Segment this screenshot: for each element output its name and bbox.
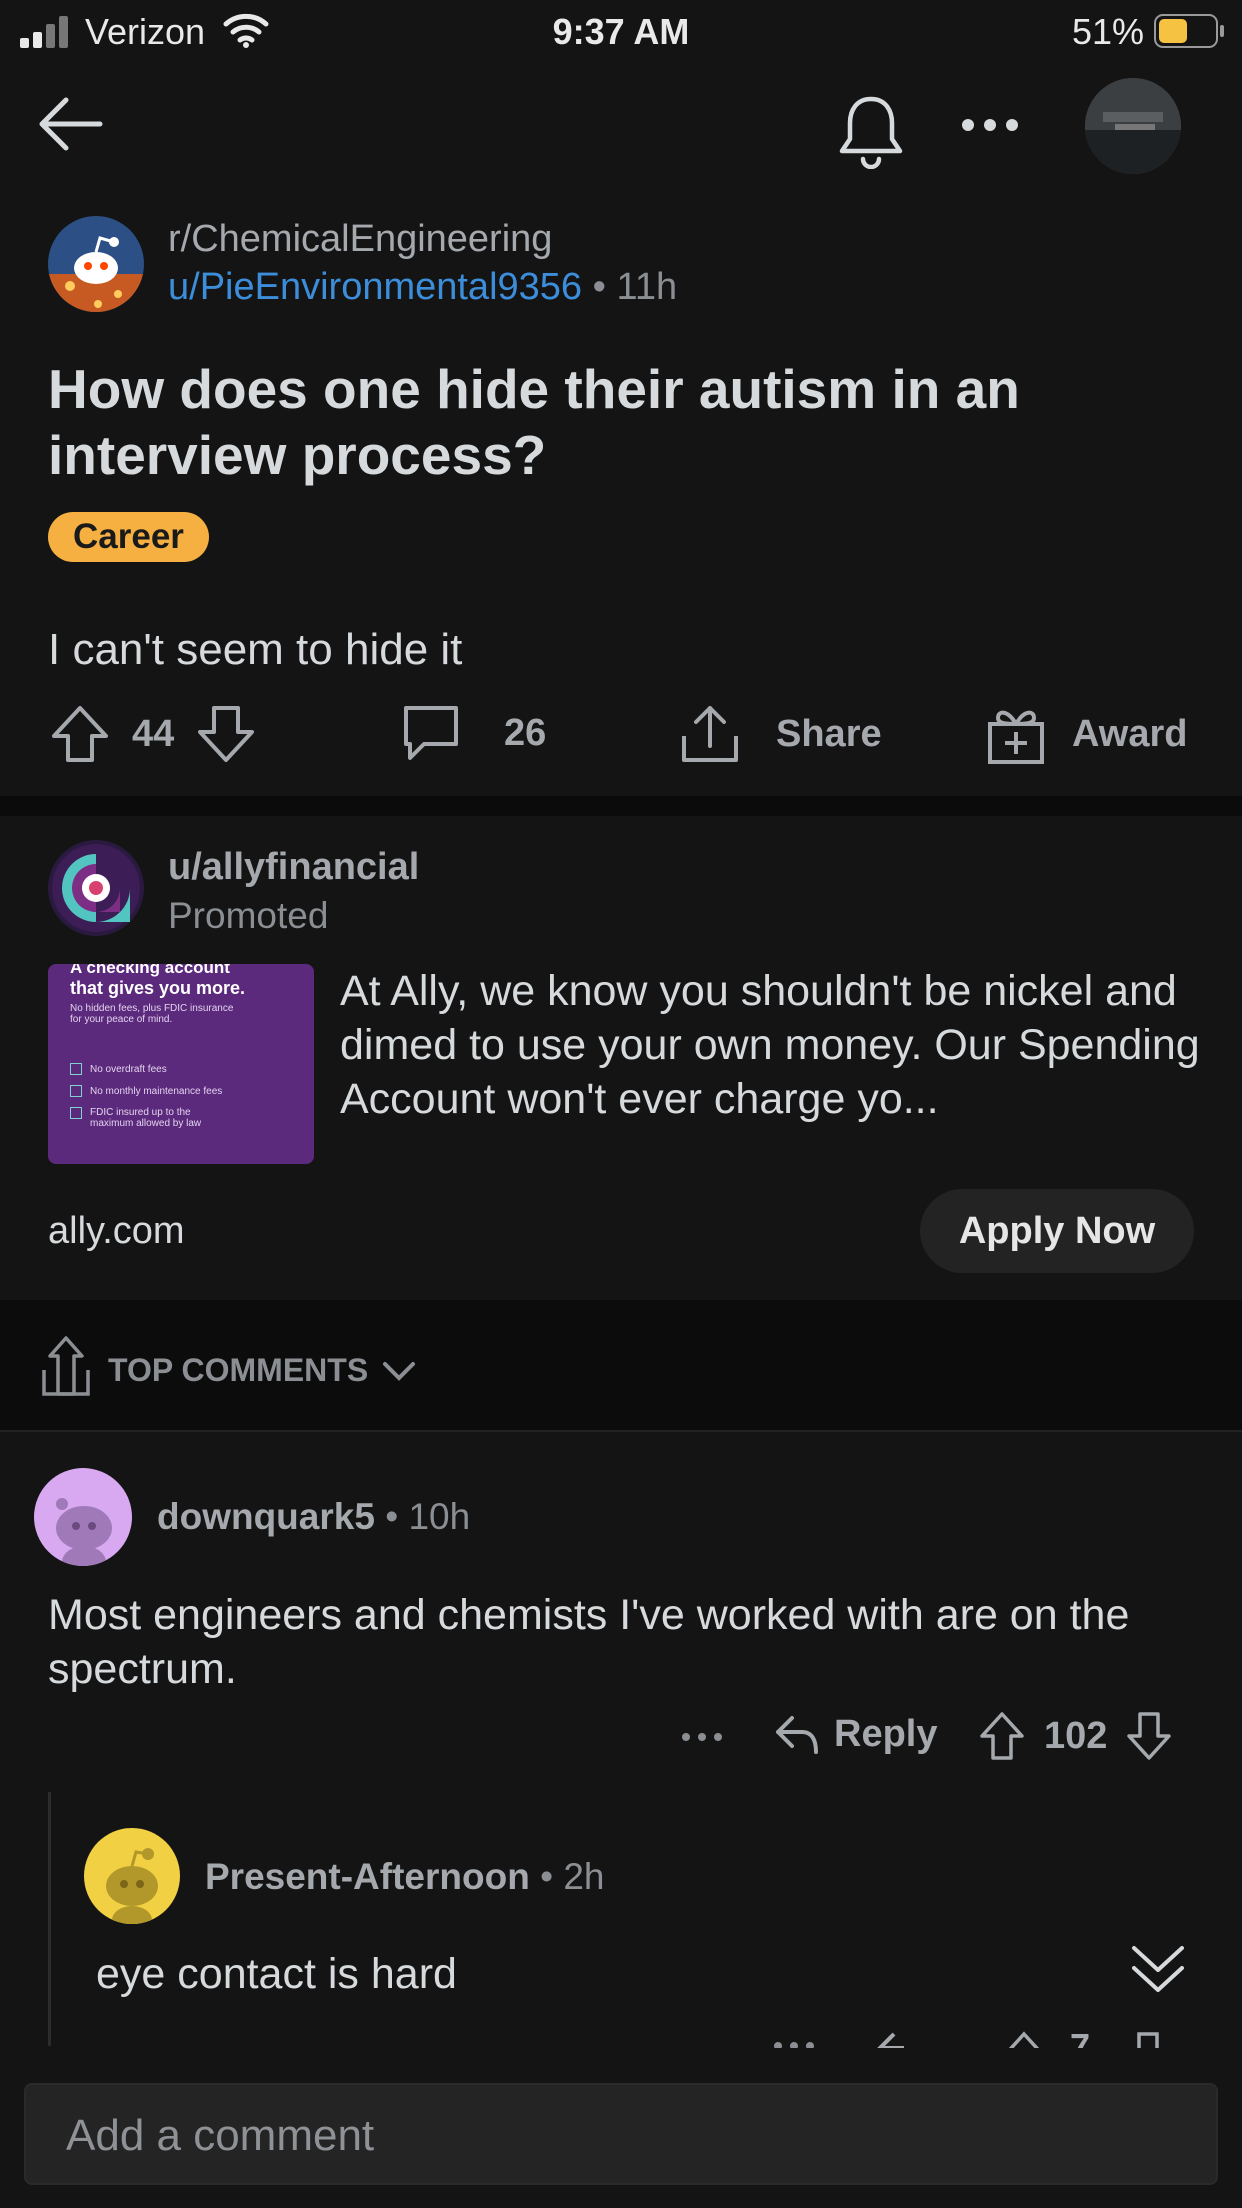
comment-body: eye contact is hard xyxy=(96,1950,457,1998)
ally-logo-icon xyxy=(52,844,140,932)
comments-button[interactable]: 26 xyxy=(400,702,546,764)
ad-thumb-bullet: No overdraft fees xyxy=(70,1063,292,1075)
upvote-icon[interactable] xyxy=(1000,2030,1048,2048)
more-options-button[interactable] xyxy=(952,100,1028,150)
ad-thumbnail[interactable]: A checking account that gives you more. … xyxy=(48,964,314,1164)
advertiser-name[interactable]: u/allyfinancial xyxy=(168,846,419,889)
battery-icon xyxy=(1154,14,1224,48)
snoo-avatar-icon xyxy=(106,1848,158,1924)
post-score: 44 xyxy=(132,712,175,755)
user-avatar-image xyxy=(1085,78,1181,174)
thread-line[interactable] xyxy=(48,1792,51,2046)
status-time: 9:37 AM xyxy=(552,11,690,52)
more-icon xyxy=(682,1733,722,1741)
more-icon[interactable] xyxy=(772,2038,816,2048)
comment-vote-group: 102 xyxy=(978,1710,1173,1762)
post-author-line: u/PieEnvironmental9356 • 11h xyxy=(168,266,677,309)
ad-thumb-bullet: No monthly maintenance fees xyxy=(70,1085,292,1097)
sort-dropdown[interactable]: TOP COMMENTS xyxy=(108,1352,416,1389)
ad-thumb-line: No monthly maintenance fees xyxy=(90,1085,223,1097)
comment-meta: downquark5 • 10h xyxy=(157,1496,470,1538)
avatar[interactable] xyxy=(1085,78,1181,174)
comment-age: 2h xyxy=(563,1856,605,1897)
reply-arrow-icon[interactable] xyxy=(874,2030,922,2048)
notification-button[interactable] xyxy=(828,88,914,174)
separator-dot: • xyxy=(592,266,617,308)
comment-actions-clipped: 7 xyxy=(0,2030,1242,2048)
post-body: I can't seem to hide it xyxy=(48,625,463,674)
comment-age: 10h xyxy=(408,1496,471,1537)
reply-arrow-icon xyxy=(776,1716,818,1754)
comment-bubble-icon xyxy=(404,706,458,760)
subreddit-icon[interactable] xyxy=(48,216,144,312)
vote-group: 44 xyxy=(48,702,258,766)
post-age: 11h xyxy=(616,266,678,308)
ad-thumb-line: maximum allowed by law xyxy=(90,1118,202,1129)
upvote-icon[interactable] xyxy=(48,702,112,766)
promoted-label: Promoted xyxy=(168,895,329,936)
snoo-avatar-icon xyxy=(56,1498,112,1566)
post-title: How does one hide their autism in an int… xyxy=(48,358,1020,486)
subreddit-name[interactable]: r/ChemicalEngineering xyxy=(168,218,552,261)
comment-more-button[interactable] xyxy=(680,1726,724,1748)
comment-score: 7 xyxy=(1070,2030,1090,2048)
comment-score: 102 xyxy=(1044,1714,1108,1757)
status-bar: Verizon 9:37 AM 51% xyxy=(0,0,1242,62)
ad-thumb-bullet: FDIC insured up to the maximum allowed by… xyxy=(70,1107,292,1129)
award-label: Award xyxy=(1072,712,1188,755)
share-label: Share xyxy=(776,712,882,755)
share-button[interactable]: Share xyxy=(678,702,882,766)
add-comment-input[interactable]: Add a comment xyxy=(24,2083,1218,2185)
downvote-icon[interactable] xyxy=(1124,2030,1172,2048)
award-button[interactable]: Award xyxy=(986,702,1187,766)
sort-rocket-icon xyxy=(42,1336,90,1396)
share-icon xyxy=(682,706,738,762)
reply-label: Reply xyxy=(834,1712,938,1755)
ad-thumb-line: for your peace of mind. xyxy=(70,1014,173,1025)
downvote-icon[interactable] xyxy=(1125,1710,1173,1762)
subreddit-label[interactable]: r/ChemicalEngineering xyxy=(168,218,552,260)
comment-meta: Present-Afternoon • 2h xyxy=(205,1856,604,1898)
comment-sort-bar: TOP COMMENTS xyxy=(0,1300,1242,1432)
ad-text[interactable]: At Ally, we know you shouldn't be nickel… xyxy=(340,964,1200,1126)
comment-author[interactable]: Present-Afternoon xyxy=(205,1856,530,1897)
advertiser-avatar[interactable] xyxy=(48,840,144,936)
reply-button[interactable]: Reply xyxy=(772,1710,937,1758)
ad-thumb-line: No hidden fees, plus FDIC insurance xyxy=(70,1003,234,1014)
apply-now-button[interactable]: Apply Now xyxy=(920,1189,1194,1273)
ad-thumb-text: FDIC insured up to the maximum allowed by… xyxy=(90,1107,201,1129)
comment-body: Most engineers and chemists I've worked … xyxy=(48,1591,1130,1693)
battery-percent: 51% xyxy=(1071,11,1144,52)
sort-label: TOP COMMENTS xyxy=(108,1352,369,1388)
section-divider xyxy=(0,796,1242,816)
separator-dot: • xyxy=(540,1856,564,1897)
downvote-icon[interactable] xyxy=(194,702,258,766)
ad-domain[interactable]: ally.com xyxy=(48,1210,185,1253)
post-author[interactable]: u/PieEnvironmental9356 xyxy=(168,266,582,308)
gift-icon xyxy=(988,710,1044,764)
ad-thumb-line: that gives you more. xyxy=(70,978,246,998)
more-icon xyxy=(962,119,1018,131)
comment-avatar[interactable] xyxy=(34,1468,132,1566)
back-button[interactable] xyxy=(30,84,110,164)
ad-thumb-line: A checking account xyxy=(70,964,230,977)
double-chevron-down-icon xyxy=(1132,1946,1184,1992)
upvote-icon[interactable] xyxy=(978,1710,1026,1762)
comment-count: 26 xyxy=(504,711,547,754)
chevron-down-icon xyxy=(383,1361,416,1381)
back-arrow-icon xyxy=(39,97,103,151)
snoo-icon xyxy=(48,216,144,312)
ad-thumb-line: FDIC insured up to the xyxy=(90,1107,191,1118)
separator-dot: • xyxy=(385,1496,409,1537)
comment-author[interactable]: downquark5 xyxy=(157,1496,375,1537)
post-flair[interactable]: Career xyxy=(48,512,209,562)
bell-icon xyxy=(839,96,903,169)
collapse-thread-button[interactable] xyxy=(1128,1942,1188,1998)
comment-avatar[interactable] xyxy=(84,1828,180,1924)
ad-thumb-line: No overdraft fees xyxy=(90,1063,167,1075)
